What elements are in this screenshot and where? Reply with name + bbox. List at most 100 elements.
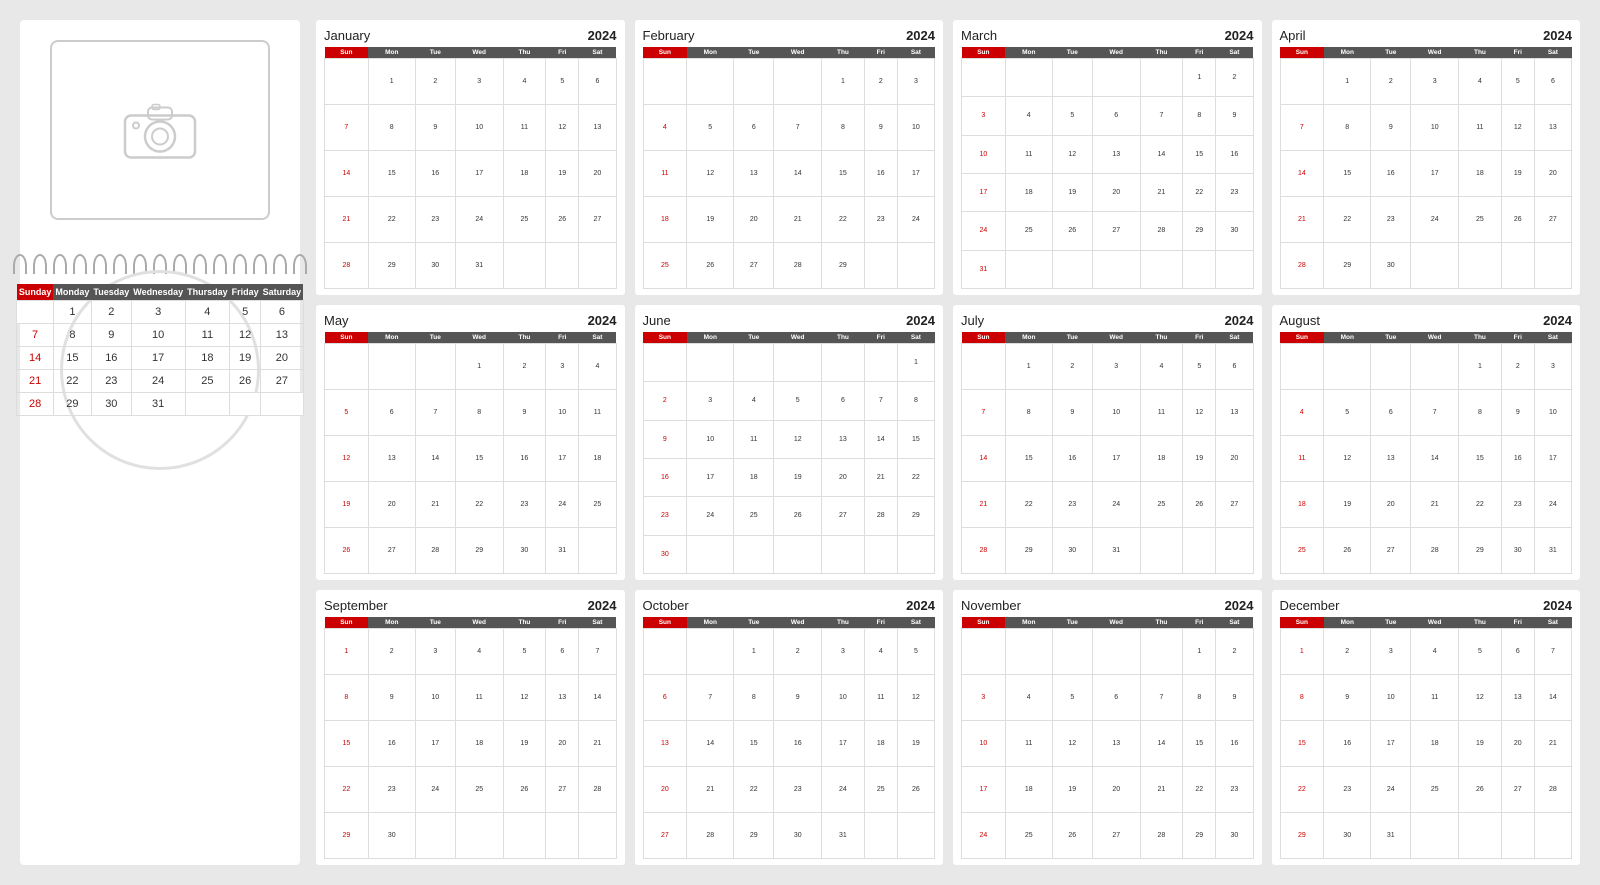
camera-icon <box>120 93 200 168</box>
cal-cell: 29 <box>822 243 865 289</box>
card-month-name: September <box>324 598 388 613</box>
cal-cell: 14 <box>325 151 369 197</box>
cal-cell: 5 <box>1501 59 1534 105</box>
small-calendar: SunMonTueWedThuFriSat1234567891011121314… <box>643 617 936 859</box>
cal-cell: 20 <box>546 721 579 767</box>
cal-cell: 18 <box>1459 151 1502 197</box>
cal-cell: 30 <box>368 813 415 859</box>
cal-cell: 16 <box>415 151 455 197</box>
day-header: Wed <box>1092 617 1140 629</box>
cal-cell: 27 <box>1092 813 1140 859</box>
card-year: 2024 <box>588 28 617 43</box>
cal-cell: 5 <box>1324 390 1371 436</box>
cal-cell <box>1411 243 1459 289</box>
cal-cell: 14 <box>1534 675 1571 721</box>
cal-cell <box>1092 59 1140 97</box>
cal-cell: 31 <box>822 813 865 859</box>
cal-cell: 19 <box>1052 767 1092 813</box>
cal-cell: 29 <box>734 813 774 859</box>
cal-cell: 15 <box>1324 151 1371 197</box>
day-header: Sat <box>1534 332 1571 344</box>
cal-cell: 19 <box>325 482 369 528</box>
cal-cell: 20 <box>1534 151 1571 197</box>
cal-cell: 1 <box>1280 629 1324 675</box>
cal-cell: 11 <box>1005 721 1052 767</box>
cal-cell <box>643 629 687 675</box>
cal-cell: 22 <box>325 767 369 813</box>
cal-cell: 28 <box>1411 528 1459 574</box>
cal-cell: 11 <box>503 105 546 151</box>
day-header: Sat <box>1216 47 1253 59</box>
cal-cell: 22 <box>455 482 503 528</box>
cal-cell: 27 <box>1534 197 1571 243</box>
cal-cell: 5 <box>1052 97 1092 135</box>
cal-cell: 1 <box>325 629 369 675</box>
day-header: Thu <box>822 617 865 629</box>
cal-cell: 29 <box>368 243 415 289</box>
cal-cell: 15 <box>734 721 774 767</box>
card-month-name: July <box>961 313 984 328</box>
cal-cell <box>774 59 822 105</box>
cal-cell: 13 <box>368 436 415 482</box>
cal-cell <box>1052 629 1092 675</box>
cal-cell: 2 <box>503 344 546 390</box>
cal-cell: 24 <box>1534 482 1571 528</box>
cal-cell <box>1459 243 1502 289</box>
cal-cell: 10 <box>897 105 934 151</box>
cal-cell: 10 <box>962 135 1006 173</box>
cal-cell: 22 <box>1183 767 1216 813</box>
calendar-cell: 14 <box>17 347 54 370</box>
cal-cell <box>1183 250 1216 288</box>
cal-cell: 7 <box>1140 97 1183 135</box>
cal-cell: 12 <box>503 675 546 721</box>
cal-cell: 7 <box>579 629 616 675</box>
small-calendar: SunMonTueWedThuFriSat1234567891011121314… <box>961 332 1254 574</box>
day-header: Wed <box>455 332 503 344</box>
cal-cell: 24 <box>415 767 455 813</box>
cal-cell: 11 <box>734 420 774 458</box>
day-header: Sun <box>962 47 1006 59</box>
cal-cell <box>1501 813 1534 859</box>
cal-cell <box>579 528 616 574</box>
cal-cell <box>734 59 774 105</box>
cal-cell: 23 <box>368 767 415 813</box>
calendar-cell: 28 <box>17 393 54 416</box>
cal-cell: 17 <box>1371 721 1411 767</box>
day-header: Mon <box>1324 332 1371 344</box>
month-card-august: August2024SunMonTueWedThuFriSat123456789… <box>1272 305 1581 580</box>
day-header: Sat <box>579 617 616 629</box>
cal-cell <box>1534 243 1571 289</box>
day-header: Tue <box>1371 332 1411 344</box>
cal-cell: 15 <box>1183 721 1216 767</box>
cal-cell: 7 <box>864 382 897 420</box>
day-header: Tue <box>734 617 774 629</box>
cal-cell: 2 <box>1371 59 1411 105</box>
cal-cell: 26 <box>1052 212 1092 250</box>
cal-cell: 15 <box>1280 721 1324 767</box>
cal-cell: 20 <box>643 767 687 813</box>
cal-cell: 9 <box>503 390 546 436</box>
cal-cell: 18 <box>503 151 546 197</box>
cal-cell: 28 <box>774 243 822 289</box>
cal-cell: 13 <box>579 105 616 151</box>
spiral-binding <box>13 254 307 274</box>
cal-cell: 26 <box>503 767 546 813</box>
small-calendar: SunMonTueWedThuFriSat1234567891011121314… <box>643 47 936 289</box>
cal-cell: 16 <box>1324 721 1371 767</box>
cal-cell: 10 <box>455 105 503 151</box>
cal-cell: 21 <box>1140 767 1183 813</box>
cal-cell: 13 <box>1534 105 1571 151</box>
cal-cell: 26 <box>897 767 934 813</box>
cal-cell: 6 <box>1092 675 1140 721</box>
cal-cell: 27 <box>1216 482 1253 528</box>
col-header-wed: Wednesday <box>131 284 185 301</box>
cal-cell: 8 <box>1005 390 1052 436</box>
calendar-cell <box>261 393 304 416</box>
cal-cell: 14 <box>1411 436 1459 482</box>
calendar-cell: 26 <box>230 370 261 393</box>
small-calendar: SunMonTueWedThuFriSat1234567891011121314… <box>643 332 936 574</box>
cal-cell: 23 <box>1052 482 1092 528</box>
cal-cell: 27 <box>1092 212 1140 250</box>
cal-cell: 14 <box>1140 721 1183 767</box>
cal-cell: 1 <box>1183 629 1216 675</box>
